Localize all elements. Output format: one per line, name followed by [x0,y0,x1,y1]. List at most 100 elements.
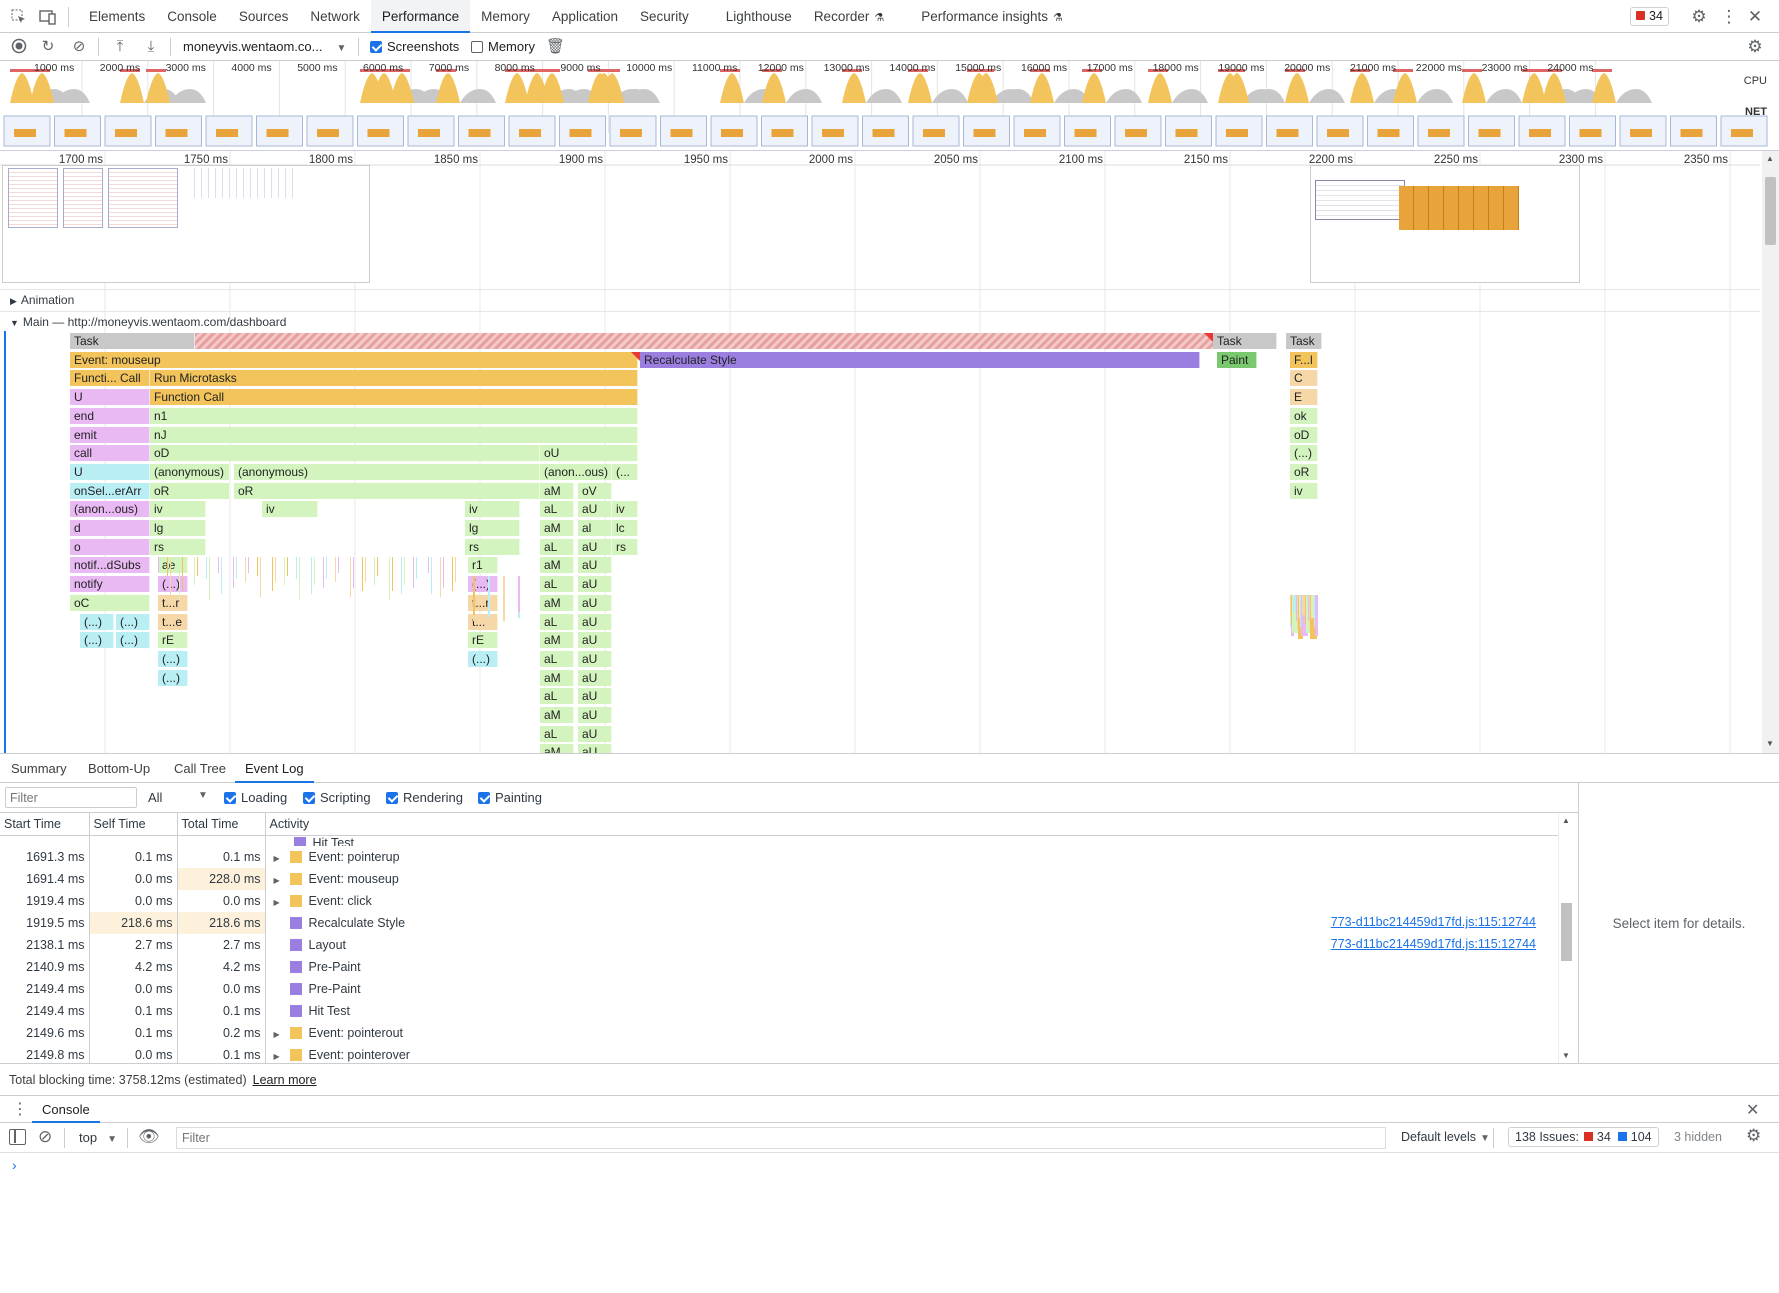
main-thread-flame-chart[interactable]: Task Task Task Event: mouseup Recalculate St… [0,331,1760,753]
function-bar[interactable]: aL [540,650,574,667]
tab-bottom-up[interactable]: Bottom-Up [78,754,160,783]
table-row[interactable]: 1691.3 ms 0.1 ms 0.1 ms ▶ Event: pointerup [0,846,1560,868]
learn-more-link[interactable]: Learn more [253,1073,317,1087]
table-row[interactable]: 1919.4 ms 0.0 ms 0.0 ms ▶ Event: click [0,890,1560,912]
function-bar[interactable]: oD [1290,426,1318,443]
function-bar[interactable]: aU [578,557,612,574]
reload-record-icon[interactable]: ↻ [39,38,57,56]
function-bar[interactable]: (...) [158,576,188,593]
source-link[interactable]: 773-d11bc214459d17fd.js:115:12744 [1331,915,1536,929]
function-bar[interactable]: notif...dSubs [70,557,150,574]
drawer-menu-icon[interactable]: ⋮ [12,1099,28,1119]
expand-triangle-icon[interactable]: ▶ [274,854,290,863]
sidebar-toggle-icon[interactable] [9,1129,26,1145]
main-track-header[interactable]: ▼ Main — http://moneyvis.wentaom.com/dash… [0,311,1760,331]
more-options-icon[interactable]: ⋮ [1720,8,1738,26]
device-toolbar-icon[interactable] [39,8,57,26]
function-bar[interactable]: rs [150,538,206,555]
download-profile-icon[interactable]: ⤓ [142,38,160,56]
function-bar[interactable]: oC [70,594,150,611]
function-call-bar[interactable]: Functi... Call [70,370,150,387]
tab-call-tree[interactable]: Call Tree [164,754,236,783]
close-devtools-icon[interactable]: ✕ [1746,8,1764,26]
tab-console[interactable]: Console [156,0,228,33]
function-bar[interactable]: t...e [158,613,188,630]
function-bar[interactable]: iv [262,501,318,518]
function-bar[interactable]: oV [578,482,612,499]
garbage-collect-icon[interactable]: 🗑 [546,38,565,56]
settings-gear-icon[interactable]: ⚙ [1690,8,1708,26]
function-bar[interactable]: U [70,463,150,480]
recording-select[interactable]: moneyvis.wentaom.co... ▼ [183,39,346,54]
event-log-scrollbar[interactable]: ▲ ▼ [1558,813,1574,1063]
timeline-scrollbar[interactable]: ▲ ▼ [1762,151,1779,753]
function-bar[interactable]: iv [612,501,638,518]
clear-icon[interactable]: ⊘ [70,38,88,56]
function-bar[interactable]: emit [70,426,150,443]
event-mouseup-bar[interactable]: Event: mouseup [70,351,638,368]
rendering-checkbox[interactable]: Rendering [386,790,463,805]
function-bar[interactable]: aU [578,707,612,723]
function-bar[interactable]: onSel...erArr [70,482,150,499]
painting-checkbox[interactable]: Painting [478,790,542,805]
function-bar[interactable]: aM [540,482,574,499]
context-select[interactable]: top ▼ [79,1130,117,1145]
upload-profile-icon[interactable]: ⤒ [111,38,129,56]
function-bar[interactable]: (...) [80,613,114,630]
timeline-overview[interactable]: CPU NET 1000 ms 2000 ms 3000 ms 4000 ms 5000… [0,61,1779,151]
table-row[interactable]: 2149.6 ms 0.1 ms 0.2 ms ▶ Event: pointerout [0,1022,1560,1044]
run-microtasks-bar[interactable]: Run Microtasks [150,370,638,387]
function-bar[interactable]: aU [578,725,612,742]
table-row[interactable]: 1691.4 ms 0.0 ms 228.0 ms ▶ Event: mouseup [0,868,1560,890]
scripting-checkbox[interactable]: Scripting [303,790,371,805]
capture-settings-gear-icon[interactable]: ⚙ [1746,38,1764,56]
function-bar[interactable]: (anonymous) [150,463,230,480]
console-output[interactable]: › [0,1153,1779,1293]
tab-summary[interactable]: Summary [1,754,77,783]
expand-triangle-icon[interactable]: ▶ [274,1052,290,1061]
event-filter-input[interactable] [5,787,137,808]
function-bar[interactable]: oR [150,482,230,499]
function-bar[interactable]: t...r [158,594,188,611]
task-bar[interactable]: Task [70,333,195,349]
function-bar[interactable]: d [70,520,150,536]
scroll-down-icon[interactable]: ▼ [1766,739,1774,748]
task-bar[interactable]: Task [1213,333,1277,349]
function-bar[interactable]: rE [158,632,188,649]
scrollbar-thumb[interactable] [1561,903,1572,961]
drawer-tab-console[interactable]: Console [32,1096,100,1123]
scroll-up-icon[interactable]: ▲ [1562,816,1570,825]
table-row[interactable]: 2149.8 ms 0.0 ms 0.1 ms ▶ Event: pointerover [0,1044,1560,1063]
scroll-up-icon[interactable]: ▲ [1766,154,1774,163]
function-bar[interactable]: (anonymous) [234,463,540,480]
expand-triangle-icon[interactable]: ▶ [274,876,290,885]
function-bar[interactable]: aU [578,594,612,611]
console-settings-gear-icon[interactable]: ⚙ [1746,1126,1761,1146]
function-bar[interactable]: rE [468,632,498,649]
record-icon[interactable] [10,38,28,56]
function-bar[interactable]: F...l [1290,351,1318,368]
animation-track-header[interactable]: ▶ Animation [0,289,1760,309]
function-bar[interactable]: end [70,407,150,424]
function-bar[interactable]: (...) [80,632,114,649]
function-bar[interactable]: aM [540,632,574,649]
paint-bar[interactable]: Paint [1217,351,1257,368]
tab-performance-insights[interactable]: Performance insights [910,0,1050,33]
function-bar[interactable]: (anon...ous) [540,463,612,480]
function-bar[interactable]: (...) [468,650,498,667]
function-bar[interactable]: lc [612,520,638,536]
tab-elements[interactable]: Elements [78,0,156,33]
table-row[interactable]: 2140.9 ms 4.2 ms 4.2 ms Pre-Paint [0,956,1560,978]
function-bar[interactable]: lg [465,520,520,536]
function-bar[interactable]: (...) [116,613,150,630]
column-header-self-time[interactable]: Self Time [89,813,178,836]
function-bar[interactable]: notify [70,576,150,593]
function-bar[interactable]: (anon...ous) [70,501,150,518]
function-bar[interactable]: r1 [468,557,498,574]
tab-application[interactable]: Application [541,0,629,33]
column-header-total-time[interactable]: Total Time [177,813,266,836]
function-bar[interactable]: iv [150,501,206,518]
function-bar[interactable]: aL [540,725,574,742]
function-bar[interactable]: aU [578,613,612,630]
clear-console-icon[interactable]: ⊘ [38,1127,52,1147]
